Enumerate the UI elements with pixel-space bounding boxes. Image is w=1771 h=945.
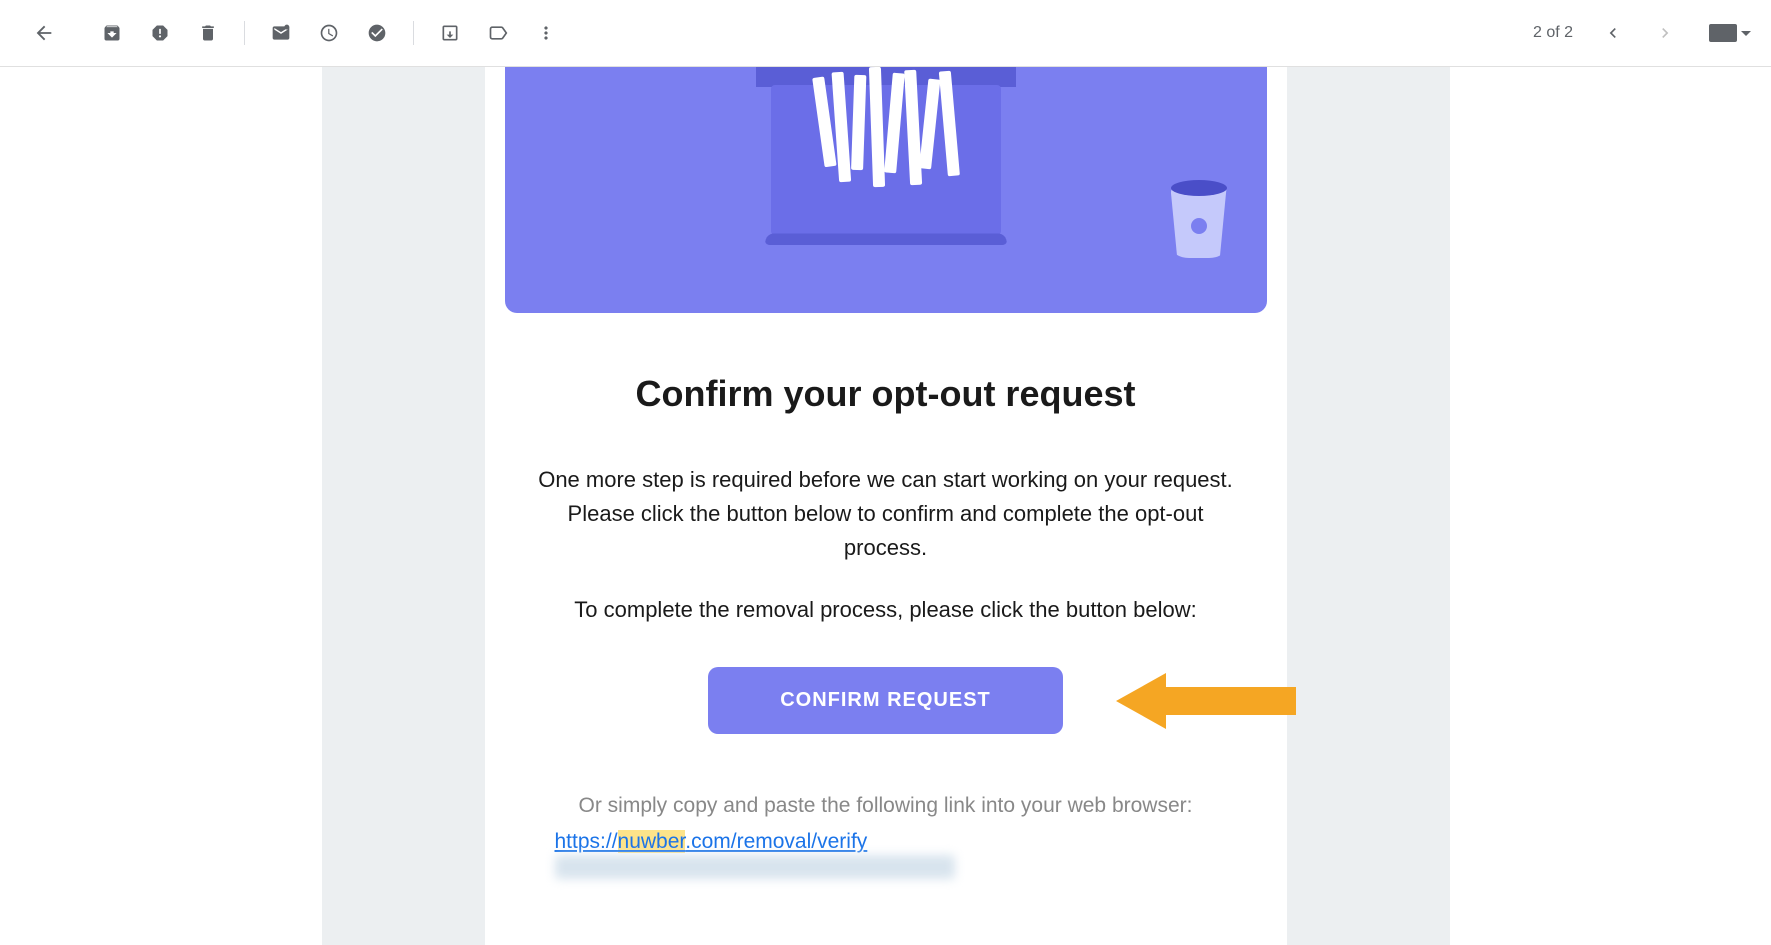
content-area: Confirm your opt-out request One more st… bbox=[0, 67, 1771, 945]
add-to-tasks-icon[interactable] bbox=[353, 9, 401, 57]
email-content: Confirm your opt-out request One more st… bbox=[505, 313, 1267, 879]
email-paragraph-1: One more step is required before we can … bbox=[535, 463, 1237, 565]
verification-link-line: https://nuwber.com/removal/verify bbox=[535, 830, 1237, 878]
confirm-request-button[interactable]: CONFIRM REQUEST bbox=[708, 667, 1063, 734]
annotation-arrow bbox=[1116, 673, 1296, 729]
pager-count: 2 of 2 bbox=[1533, 24, 1573, 42]
shredder-graphic bbox=[756, 67, 1016, 267]
archive-icon[interactable] bbox=[88, 9, 136, 57]
redacted-token bbox=[555, 855, 955, 879]
toolbar-left-group bbox=[20, 9, 570, 57]
verification-link[interactable]: https://nuwber.com/removal/verify bbox=[555, 830, 868, 853]
alt-instruction: Or simply copy and paste the following l… bbox=[535, 794, 1237, 818]
toolbar-separator bbox=[413, 21, 414, 45]
highlighted-domain: nuwber bbox=[618, 830, 686, 853]
report-spam-icon[interactable] bbox=[136, 9, 184, 57]
email-body: Confirm your opt-out request One more st… bbox=[485, 67, 1287, 945]
newer-button[interactable] bbox=[1593, 13, 1633, 53]
hero-illustration bbox=[505, 67, 1267, 313]
more-icon[interactable] bbox=[522, 9, 570, 57]
back-button-icon[interactable] bbox=[20, 9, 68, 57]
email-heading: Confirm your opt-out request bbox=[535, 373, 1237, 415]
cup-graphic bbox=[1171, 180, 1227, 258]
older-button[interactable] bbox=[1645, 13, 1685, 53]
delete-icon[interactable] bbox=[184, 9, 232, 57]
move-to-icon[interactable] bbox=[426, 9, 474, 57]
keyboard-icon bbox=[1709, 24, 1737, 42]
mark-unread-icon[interactable] bbox=[257, 9, 305, 57]
confirm-row: CONFIRM REQUEST bbox=[535, 667, 1237, 734]
toolbar-separator bbox=[244, 21, 245, 45]
snooze-icon[interactable] bbox=[305, 9, 353, 57]
email-paragraph-2: To complete the removal process, please … bbox=[535, 593, 1237, 627]
chevron-down-icon bbox=[1741, 31, 1751, 36]
input-tools-button[interactable] bbox=[1709, 24, 1751, 42]
toolbar-right-group: 2 of 2 bbox=[1533, 13, 1751, 53]
email-wrapper: Confirm your opt-out request One more st… bbox=[322, 67, 1450, 945]
email-toolbar: 2 of 2 bbox=[0, 0, 1771, 67]
labels-icon[interactable] bbox=[474, 9, 522, 57]
